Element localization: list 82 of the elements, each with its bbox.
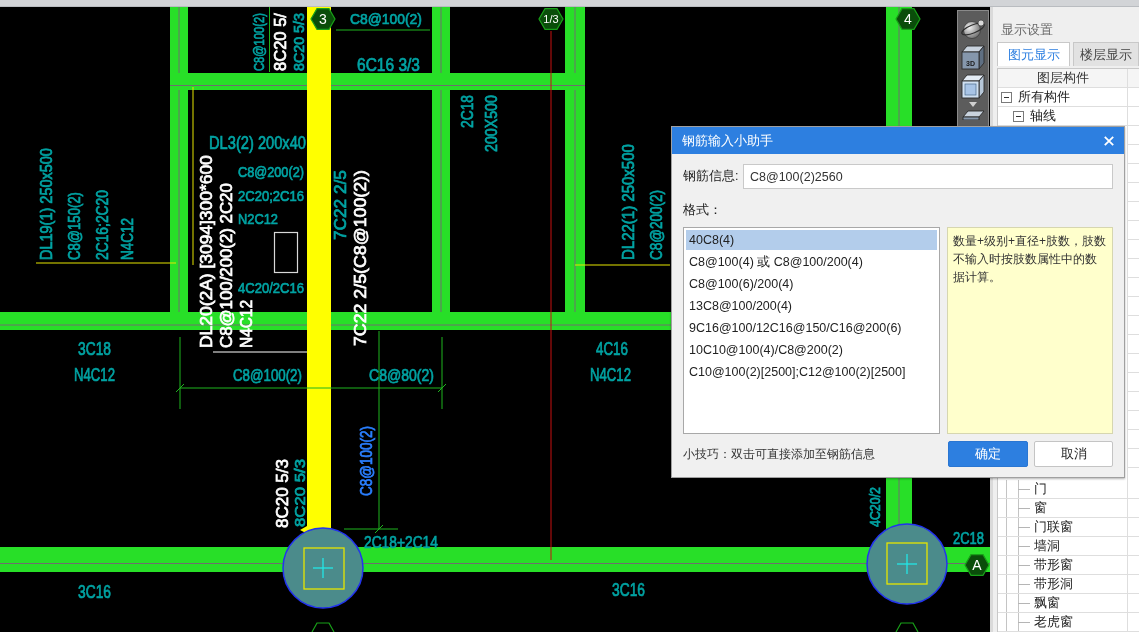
beam-annotation: 8C20 5/3 <box>273 459 292 528</box>
cancel-button[interactable]: 取消 <box>1034 441 1113 467</box>
beam-annotation: 4C20/2 <box>866 487 884 527</box>
beam-annotation: N4C12 <box>118 218 137 260</box>
beam-annotation: DL19(1) 250x500 <box>37 148 56 260</box>
beam-annotation: N4C12 <box>237 300 256 348</box>
close-icon[interactable] <box>1104 135 1114 146</box>
beam-annotation: 4C20/2C16 <box>238 279 304 297</box>
tip-text: 小技巧：双击可直接添加至钢筋信息 <box>683 446 876 463</box>
column-header: 图层构件 <box>998 69 1128 87</box>
beam-annotation: DL20(2A) [3094]300*600 <box>197 155 216 348</box>
tree-item[interactable]: 带形洞 <box>1034 577 1073 591</box>
beam-annotation: 3C16 <box>612 579 645 600</box>
tree-item[interactable]: 老虎窗 <box>1034 615 1073 629</box>
beam-annotation: C8@200(2) <box>647 190 666 260</box>
rebar-info-field[interactable]: C8@100(2)2560 <box>743 164 1113 189</box>
beam-annotation: C8@200(2) <box>238 163 304 181</box>
sphere-icon[interactable] <box>960 17 986 41</box>
axis-label: 4 <box>904 11 912 28</box>
beam-annotation: 3C16 <box>78 581 111 602</box>
beam-annotation: N4C12 <box>590 365 631 385</box>
panel-title: 显示设置 <box>1001 23 1053 37</box>
dialog-title: 钢筋输入小助手 <box>682 131 773 150</box>
caret-icon[interactable] <box>969 102 977 107</box>
format-item[interactable]: 10C10@100(4)/C8@200(2) <box>686 340 937 360</box>
format-item[interactable]: 13C8@100/200(4) <box>686 296 937 316</box>
tree-item[interactable]: 门 <box>1034 482 1047 496</box>
beam-annotation: 3C18 <box>78 338 111 359</box>
beam-annotation: 2C18+2C14 <box>364 532 438 552</box>
beam-annotation: 2C18 <box>458 95 477 128</box>
cube-icon[interactable] <box>960 73 986 99</box>
collapse-icon[interactable] <box>1001 91 1012 103</box>
beam-annotation: N2C12 <box>238 210 278 228</box>
slab-icon[interactable] <box>961 110 985 120</box>
beam-annotation: C8@150(2) <box>65 192 84 260</box>
beam-annotation: C8@100(2) <box>251 13 268 71</box>
beam-annotation: DL3(2) 200x40 <box>209 132 306 153</box>
beam-annotation: 6C16 3/3 <box>357 54 420 76</box>
beam-annotation: C8@100(2) <box>350 10 422 28</box>
axis-bubble-icon <box>964 554 990 576</box>
format-item[interactable]: C8@100(6)/200(4) <box>686 274 937 294</box>
axis-label: A <box>972 557 982 574</box>
description-panel: 数量+级别+直径+肢数，肢数不输入时按肢数属性中的数据计算。 <box>947 227 1113 434</box>
beam-annotation: 2C18 <box>953 528 984 548</box>
beam-annotation: C8@100(2) <box>357 426 376 496</box>
tree-item[interactable]: 门联窗 <box>1034 520 1073 534</box>
beam-annotation: C8@80(2) <box>369 365 434 385</box>
tree-item[interactable]: 飘窗 <box>1034 596 1060 610</box>
format-item[interactable]: 9C16@100/12C16@150/C16@200(6) <box>686 318 937 338</box>
tree-item[interactable]: 轴线 <box>1030 109 1056 123</box>
beam-annotation: 4C16 <box>596 339 628 359</box>
beam-annotation: C8@100/200(2) 2C20 <box>217 183 235 348</box>
beam-annotation: 7C22 2/5 <box>331 170 350 240</box>
axis-label: 1/3 <box>543 12 559 25</box>
field-label: 格式： <box>683 203 723 217</box>
beam-annotation: C8@100(2) <box>233 365 302 385</box>
beam-annotation: DL22(1) 250x500 <box>619 144 638 260</box>
tree-item[interactable]: 窗 <box>1034 501 1047 515</box>
axis-bubble-icon <box>895 622 919 632</box>
tab[interactable]: 楼层显示 <box>1073 42 1139 66</box>
tab[interactable]: 图元显示 <box>997 42 1070 66</box>
tree-item[interactable]: 墙洞 <box>1034 539 1060 553</box>
format-item[interactable]: 40C8(4) <box>686 230 937 250</box>
beam-annotation: 8C20 5/3 <box>291 459 308 527</box>
tree-item[interactable]: 所有构件 <box>1018 90 1070 104</box>
beam-annotation: 8C20 5/3 <box>291 13 307 71</box>
format-item[interactable]: C10@100(2)[2500];C12@100(2)[2500] <box>686 362 937 382</box>
beam-annotation: 2C16;2C20 <box>93 190 112 260</box>
rectangle-outline <box>273 231 299 274</box>
tree-item[interactable]: 带形窗 <box>1034 558 1073 572</box>
beam-annotation: 7C22 2/5(C8@100(2)) <box>350 170 370 346</box>
field-label: 钢筋信息: <box>683 168 740 186</box>
beam-annotation: N4C12 <box>74 365 115 385</box>
axis-bubble-icon <box>311 622 335 632</box>
leader-line <box>269 7 270 73</box>
beam-annotation: 200X500 <box>482 95 501 152</box>
axis-label: 3 <box>319 11 327 28</box>
confirm-button[interactable]: 确定 <box>948 441 1028 467</box>
beam-annotation: 2C20;2C16 <box>238 187 304 205</box>
collapse-icon[interactable] <box>1013 110 1024 122</box>
beam-annotation: 8C20 5/ <box>271 13 289 71</box>
format-item[interactable]: C8@100(4) 或 C8@100/200(4) <box>686 252 937 272</box>
